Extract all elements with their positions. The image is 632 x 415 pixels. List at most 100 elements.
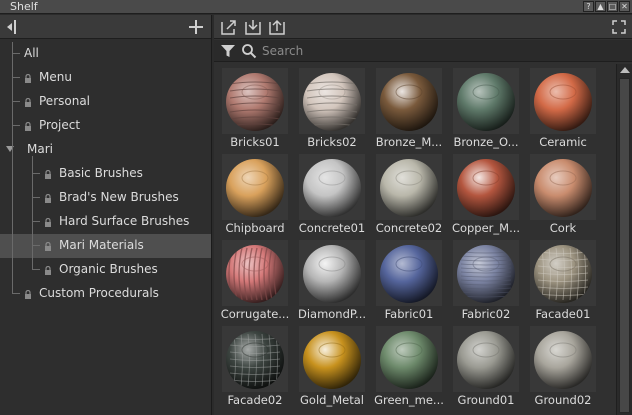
tree-toolbar <box>0 15 211 39</box>
filter-icon[interactable] <box>220 43 236 59</box>
material-label: DiamondP... <box>297 307 367 321</box>
tree-item[interactable]: Project <box>0 114 211 138</box>
material-thumbnail <box>299 240 365 306</box>
material-thumbnail <box>299 68 365 134</box>
material-label: Facade02 <box>227 393 283 407</box>
lock-icon <box>44 240 52 251</box>
tree-item-label: Brad's New Brushes <box>59 190 179 204</box>
material-item[interactable]: Concrete02 <box>371 152 447 238</box>
material-thumbnail <box>222 326 288 392</box>
shelf-tree-panel: All Menu Personal Project Mari Basic Brushes B… <box>0 15 212 415</box>
tree-item[interactable]: Personal <box>0 90 211 114</box>
material-thumbnail <box>453 68 519 134</box>
material-label: Cork <box>549 221 577 235</box>
material-label: Gold_Metal <box>300 393 364 407</box>
material-item[interactable]: Bronze_M... <box>371 66 447 152</box>
export-icon[interactable] <box>220 18 238 36</box>
material-label: Concrete01 <box>298 221 366 235</box>
material-item[interactable]: Facade01 <box>525 238 601 324</box>
material-thumbnail <box>530 154 596 220</box>
material-item[interactable]: Bricks02 <box>294 66 370 152</box>
tree-item-label: Mari Materials <box>59 238 144 252</box>
close-icon[interactable]: ✕ <box>619 1 630 12</box>
material-item[interactable]: Bronze_O... <box>448 66 524 152</box>
lock-icon <box>24 72 32 83</box>
upload-icon[interactable] <box>268 18 286 36</box>
material-item[interactable]: Ceramic <box>525 66 601 152</box>
window-controls: ? ▲ □ ✕ <box>583 1 630 12</box>
material-thumbnail <box>453 154 519 220</box>
lock-icon <box>44 168 52 179</box>
material-label: Bricks01 <box>230 135 280 149</box>
material-item[interactable]: Chipboard <box>217 152 293 238</box>
material-thumbnail <box>530 240 596 306</box>
tree-item-label: All <box>24 46 39 60</box>
material-item[interactable]: Corrugate... <box>217 238 293 324</box>
material-item[interactable]: Bricks01 <box>217 66 293 152</box>
material-item[interactable]: Fabric01 <box>371 238 447 324</box>
material-label: Copper_M... <box>451 221 521 235</box>
material-thumbnail <box>222 154 288 220</box>
search-icon <box>241 43 257 59</box>
maximize-icon[interactable] <box>610 18 628 36</box>
window-titlebar: Shelf ? ▲ □ ✕ <box>0 0 632 14</box>
grid-scrollbar[interactable] <box>616 64 632 415</box>
material-item[interactable]: Facade02 <box>217 324 293 410</box>
lock-icon <box>44 216 52 227</box>
import-icon[interactable] <box>244 18 262 36</box>
material-grid: Bricks01 Bricks02 Bronze_M... Bronze_O... Ce… <box>214 64 616 415</box>
help-icon[interactable]: ? <box>583 1 594 12</box>
scroll-thumb[interactable] <box>619 78 630 413</box>
material-thumbnail <box>453 326 519 392</box>
material-item[interactable]: Ground02 <box>525 324 601 410</box>
material-label: Bronze_O... <box>453 135 519 149</box>
tree-item-label: Custom Procedurals <box>39 286 159 300</box>
tree-item[interactable]: Menu <box>0 66 211 90</box>
search-input[interactable] <box>262 42 626 60</box>
tree-item-label: Basic Brushes <box>59 166 143 180</box>
window-title: Shelf <box>10 0 38 13</box>
material-item[interactable]: Fabric02 <box>448 238 524 324</box>
collapse-icon[interactable]: ▲ <box>595 1 606 12</box>
material-item[interactable]: Green_me... <box>371 324 447 410</box>
material-item[interactable]: Copper_M... <box>448 152 524 238</box>
material-label: Facade01 <box>535 307 591 321</box>
material-thumbnail <box>376 154 442 220</box>
material-label: Ceramic <box>539 135 587 149</box>
lock-icon <box>44 192 52 203</box>
material-label: Bronze_M... <box>375 135 443 149</box>
tree-item-label: Hard Surface Brushes <box>59 214 190 228</box>
lock-icon <box>24 288 32 299</box>
material-item[interactable]: Gold_Metal <box>294 324 370 410</box>
tree-item-label: Menu <box>39 70 72 84</box>
add-shelf-icon[interactable] <box>187 18 205 36</box>
tree-item-label: Organic Brushes <box>59 262 158 276</box>
tree-item[interactable]: All <box>0 42 211 66</box>
material-thumbnail <box>222 68 288 134</box>
material-label: Concrete02 <box>375 221 443 235</box>
tree-item-label: Project <box>39 118 81 132</box>
material-thumbnail <box>376 240 442 306</box>
material-label: Chipboard <box>225 221 285 235</box>
search-bar <box>214 40 632 62</box>
tree-item-label: Mari <box>27 142 53 156</box>
scroll-up-icon[interactable] <box>620 67 630 73</box>
collapse-panel-icon[interactable] <box>4 18 22 36</box>
material-thumbnail <box>299 154 365 220</box>
material-label: Fabric02 <box>461 307 511 321</box>
lock-icon <box>24 120 32 131</box>
lock-icon <box>44 264 52 275</box>
material-thumbnail <box>453 240 519 306</box>
material-item[interactable]: Cork <box>525 152 601 238</box>
content-toolbar <box>214 15 632 39</box>
material-item[interactable]: Concrete01 <box>294 152 370 238</box>
tree-item[interactable]: Custom Procedurals <box>0 282 211 306</box>
material-thumbnail <box>376 326 442 392</box>
material-item[interactable]: DiamondP... <box>294 238 370 324</box>
material-item[interactable]: Ground01 <box>448 324 524 410</box>
material-label: Bricks02 <box>307 135 357 149</box>
lock-icon <box>24 96 32 107</box>
material-label: Corrugate... <box>220 307 290 321</box>
float-icon[interactable]: □ <box>607 1 618 12</box>
tree-item-label: Personal <box>39 94 91 108</box>
